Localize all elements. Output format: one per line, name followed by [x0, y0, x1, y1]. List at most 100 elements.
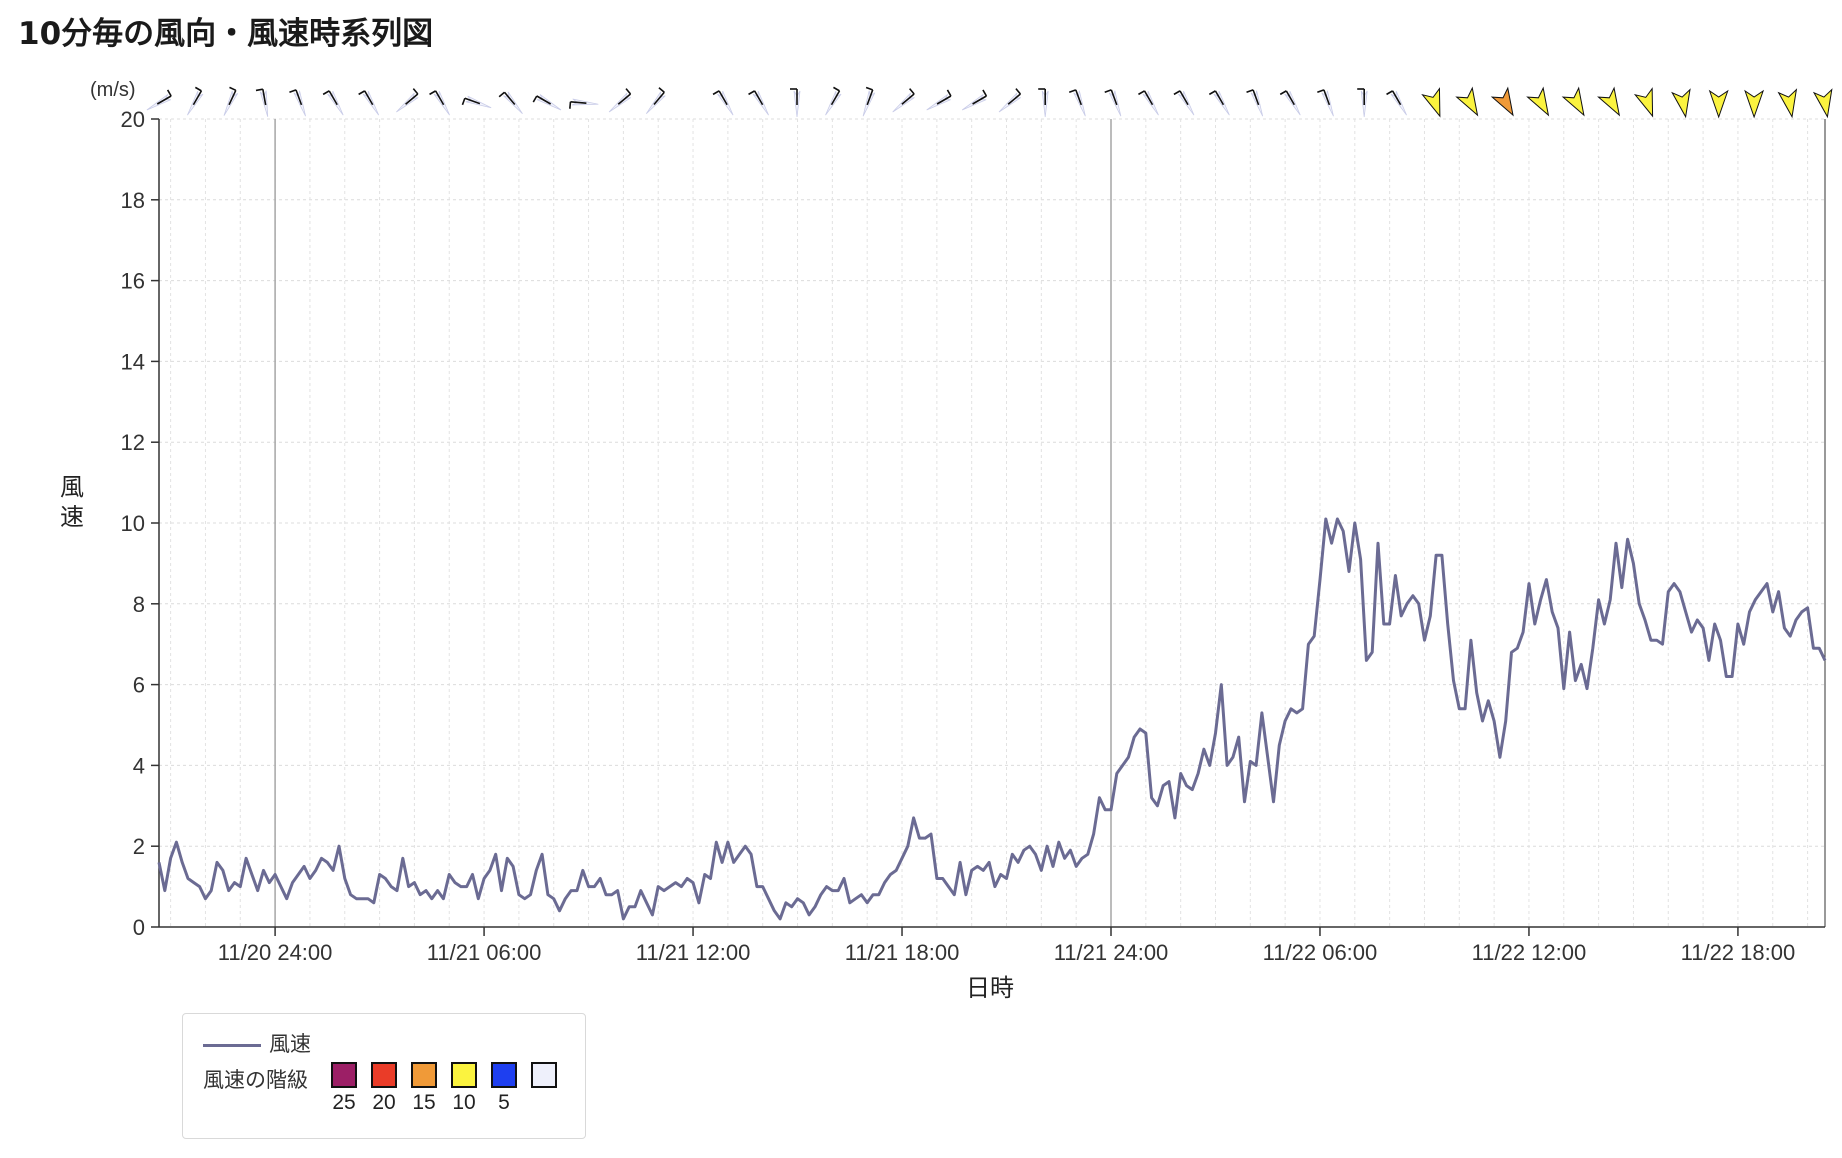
x-tick-label: 11/22 06:00 [1263, 940, 1378, 965]
wind-arrow [608, 88, 632, 113]
wind-arrow [1386, 90, 1407, 116]
y-axis: 0 2 4 6 8 10 12 14 16 18 20 [121, 107, 159, 940]
y-tick-label: 20 [121, 107, 145, 132]
wind-arrow-barb [166, 89, 172, 97]
x-tick-label: 11/21 12:00 [636, 940, 751, 965]
wind-arrow [1317, 89, 1334, 117]
y-axis-unit: (m/s) [90, 79, 136, 101]
wind-arrow [1104, 89, 1122, 117]
wind-arrow-barb [1279, 90, 1287, 96]
wind-arrow-barb [532, 95, 538, 103]
wind-arrow [1597, 86, 1621, 117]
wind-arrow-barb [255, 88, 264, 92]
x-tick-label: 11/21 06:00 [427, 940, 542, 965]
wind-arrow [926, 89, 952, 111]
wind-arrow [461, 95, 492, 109]
wind-arrow [569, 98, 599, 109]
wind-arrow [1357, 88, 1368, 118]
wind-arrow [1490, 86, 1514, 117]
legend-swatch-label: 15 [412, 1091, 436, 1114]
x-axis-label: 日時 [966, 974, 1014, 1002]
wind-arrow [1038, 88, 1049, 118]
wind-arrow-barb [1246, 89, 1254, 93]
wind-arrow [1138, 90, 1159, 116]
wind-arrow [1526, 86, 1550, 117]
x-tick-label: 11/20 24:00 [218, 940, 333, 965]
wind-arrow [255, 88, 269, 117]
wind-arrow [1068, 89, 1086, 117]
y-axis-label-char: 速 [60, 503, 84, 531]
y-tick-label: 8 [133, 592, 145, 617]
wind-arrow [1561, 86, 1585, 117]
wind-arrow-barb [946, 89, 952, 97]
x-tick-label: 11/21 18:00 [845, 940, 960, 965]
wind-arrow [1744, 89, 1765, 119]
wind-arrow [998, 88, 1022, 113]
y-tick-label: 18 [121, 188, 145, 213]
wind-arrow [396, 88, 419, 113]
wind-chart: 0 2 4 6 8 10 12 14 16 18 20 11/20 24:00 11/21 06:00… [60, 79, 1833, 1002]
wind-arrow-head [1744, 89, 1765, 119]
wind-arrow [1812, 88, 1833, 119]
wind-arrow-head [1633, 87, 1654, 118]
wind-arrow-barb [429, 90, 437, 96]
wind-arrow-barb [1317, 89, 1325, 93]
wind-arrow [532, 94, 562, 111]
legend-line-swatch [203, 1043, 261, 1047]
legend-class-label: 風速の階級 [203, 1068, 308, 1092]
wind-arrow [748, 90, 769, 116]
wind-arrow [1777, 88, 1798, 119]
wind-arrow-barb [461, 97, 466, 106]
wind-arrow-barb [982, 89, 988, 97]
legend-swatch-label: 25 [332, 1091, 356, 1114]
wind-arrow-head [1597, 86, 1621, 117]
wind-arrow-head [1561, 86, 1585, 117]
legend-series-item: 風速 [203, 1028, 311, 1058]
wind-arrow-head [1671, 88, 1691, 119]
legend-swatch [411, 1062, 437, 1088]
wind-arrow-barb [289, 89, 297, 93]
wind-arrow-barb [1386, 90, 1393, 96]
wind-arrow-head [1455, 86, 1479, 117]
wind-arrow [1246, 89, 1264, 117]
wind-arrow-barb [1138, 90, 1145, 96]
y-axis-label-char: 風 [60, 473, 84, 501]
wind-arrow [862, 86, 876, 117]
wind-arrow [322, 90, 344, 116]
chart-grid [159, 118, 1825, 927]
wind-arrow-head [1812, 88, 1833, 119]
wind-arrow [1208, 90, 1230, 116]
y-tick-label: 14 [121, 349, 145, 374]
wind-arrow [961, 89, 988, 111]
y-tick-label: 10 [121, 511, 145, 536]
wind-arrow [645, 87, 666, 115]
wind-arrow-barb [833, 86, 840, 92]
legend-swatch [531, 1062, 557, 1088]
wind-arrow-barb [712, 90, 720, 96]
legend-swatch-label: 20 [372, 1091, 396, 1114]
wind-arrow-barb [569, 101, 572, 109]
wind-arrow [892, 88, 915, 113]
x-tick-label: 11/22 18:00 [1681, 940, 1796, 965]
wind-arrow [1279, 90, 1301, 116]
wind-arrow [429, 90, 450, 116]
wind-arrow [712, 90, 734, 116]
wind-arrow-head [1777, 88, 1798, 119]
series-line-wind-speed [157, 517, 1827, 921]
wind-arrow-barb [1208, 90, 1216, 96]
y-tick-label: 6 [133, 673, 145, 698]
wind-arrow [1708, 89, 1729, 119]
x-tick-label: 11/21 24:00 [1054, 940, 1169, 965]
wind-arrow-barb [658, 87, 665, 93]
wind-arrow-barb [1104, 89, 1112, 93]
legend-swatch [371, 1062, 397, 1088]
wind-arrow [289, 89, 306, 117]
wind-arrow [223, 86, 239, 116]
legend-series-label: 風速 [269, 1032, 311, 1056]
legend: 風速 風速の階級 25 20 15 10 5 [182, 1013, 586, 1139]
wind-arrow [790, 88, 801, 118]
wind-arrow [825, 86, 842, 116]
wind-arrow-head [1421, 87, 1441, 118]
wind-arrow [1421, 87, 1441, 118]
wind-arrow [498, 91, 523, 115]
